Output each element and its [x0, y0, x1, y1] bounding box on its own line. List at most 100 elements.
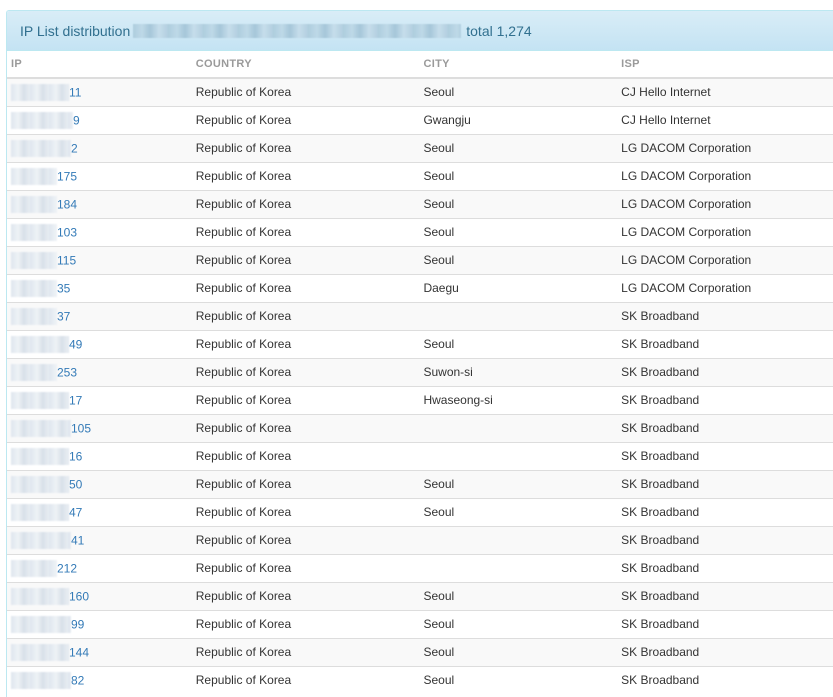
table-row: 184 Republic of Korea Seoul LG DACOM Corpor…	[7, 189, 833, 218]
isp-cell: CJ Hello Internet	[617, 77, 833, 106]
table-row: 2 Republic of Korea Seoul LG DACOM Corporat…	[7, 133, 833, 162]
ip-link[interactable]: 99	[71, 617, 84, 631]
city-cell: Seoul	[419, 133, 618, 162]
ip-cell: 16	[7, 441, 192, 470]
isp-cell: LG DACOM Corporation	[617, 161, 833, 190]
city-cell: Seoul	[419, 217, 618, 246]
ip-link[interactable]: 47	[69, 505, 82, 519]
ip-link[interactable]: 50	[69, 477, 82, 491]
isp-cell: SK Broadband	[617, 441, 833, 470]
city-cell: Seoul	[419, 161, 618, 190]
isp-cell: LG DACOM Corporation	[617, 133, 833, 162]
ip-cell: 50	[7, 469, 192, 498]
panel-heading: IP List distribution total 1,274	[7, 11, 833, 51]
country-cell: Republic of Korea	[191, 329, 420, 358]
column-header-isp: ISP	[617, 51, 833, 79]
ip-cell: 175	[7, 161, 192, 190]
ip-cell: 35	[7, 273, 192, 302]
table-row: 41 Republic of Korea SK Broadband	[7, 525, 833, 554]
ip-link[interactable]: 11	[69, 85, 81, 99]
country-cell: Republic of Korea	[191, 245, 420, 274]
ip-link[interactable]: 41	[71, 533, 84, 547]
total-count: total 1,274	[466, 22, 532, 39]
panel-title: IP List distribution	[20, 22, 131, 39]
ip-link[interactable]: 105	[71, 421, 91, 435]
ip-link[interactable]: 160	[69, 589, 89, 603]
ip-link[interactable]: 253	[57, 365, 77, 379]
ip-link[interactable]: 2	[71, 141, 78, 155]
city-cell	[419, 441, 618, 470]
ip-cell: 160	[7, 581, 192, 610]
column-header-country: COUNTRY	[191, 51, 420, 79]
ip-link[interactable]: 212	[57, 561, 77, 575]
ip-cell: 115	[7, 245, 192, 274]
isp-cell: SK Broadband	[617, 665, 833, 694]
redacted-ip-prefix	[11, 223, 57, 241]
redacted-ip-prefix	[11, 643, 69, 661]
country-cell: Republic of Korea	[191, 105, 420, 134]
city-cell: Seoul	[419, 77, 618, 106]
table-row: 105 Republic of Korea SK Broadband	[7, 413, 833, 442]
ip-link[interactable]: 9	[73, 113, 80, 127]
city-cell: Seoul	[419, 497, 618, 526]
ip-list-panel: IP List distribution total 1,274 IP COUN…	[6, 10, 833, 697]
city-cell	[419, 413, 618, 442]
table-row: 99 Republic of Korea Seoul SK Broadband	[7, 609, 833, 638]
ip-cell: 253	[7, 357, 192, 386]
redacted-ip-prefix	[11, 195, 57, 213]
country-cell: Republic of Korea	[191, 665, 420, 694]
ip-link[interactable]: 103	[57, 225, 77, 239]
ip-link[interactable]: 35	[57, 281, 70, 295]
redacted-ip-prefix	[11, 671, 71, 689]
isp-cell: SK Broadband	[617, 357, 833, 386]
ip-cell: 212	[7, 553, 192, 582]
redacted-ip-prefix	[11, 615, 71, 633]
city-cell: Seoul	[419, 245, 618, 274]
redacted-ip-prefix	[11, 111, 73, 129]
redacted-region	[133, 23, 462, 38]
ip-link[interactable]: 175	[57, 169, 77, 183]
ip-cell: 105	[7, 413, 192, 442]
ip-link[interactable]: 115	[57, 253, 76, 267]
country-cell: Republic of Korea	[191, 609, 420, 638]
redacted-ip-prefix	[11, 167, 57, 185]
isp-cell: SK Broadband	[617, 469, 833, 498]
redacted-ip-prefix	[11, 475, 69, 493]
ip-cell: 37	[7, 301, 192, 330]
city-cell: Daegu	[419, 273, 618, 302]
isp-cell: LG DACOM Corporation	[617, 189, 833, 218]
ip-link[interactable]: 37	[57, 309, 70, 323]
ip-link[interactable]: 82	[71, 673, 84, 687]
isp-cell: SK Broadband	[617, 525, 833, 554]
redacted-ip-prefix	[11, 335, 69, 353]
city-cell: Seoul	[419, 581, 618, 610]
redacted-ip-prefix	[11, 447, 69, 465]
isp-cell: LG DACOM Corporation	[617, 273, 833, 302]
column-header-city: CITY	[419, 51, 618, 79]
table-row: 160 Republic of Korea Seoul SK Broadband	[7, 581, 833, 610]
table-row: 37 Republic of Korea SK Broadband	[7, 301, 833, 330]
ip-link[interactable]: 184	[57, 197, 77, 211]
table-row: 82 Republic of Korea Seoul SK Broadband	[7, 665, 833, 694]
ip-link[interactable]: 16	[69, 449, 82, 463]
city-cell: Seoul	[419, 469, 618, 498]
isp-cell: SK Broadband	[617, 301, 833, 330]
redacted-ip-prefix	[11, 559, 57, 577]
redacted-ip-prefix	[11, 279, 57, 297]
city-cell: Seoul	[419, 609, 618, 638]
table-row: 103 Republic of Korea Seoul LG DACOM Corpor…	[7, 217, 833, 246]
city-cell	[419, 525, 618, 554]
ip-cell: 17	[7, 385, 192, 414]
ip-cell: 2	[7, 133, 192, 162]
country-cell: Republic of Korea	[191, 497, 420, 526]
country-cell: Republic of Korea	[191, 581, 420, 610]
redacted-ip-prefix	[11, 363, 57, 381]
ip-link[interactable]: 144	[69, 645, 89, 659]
table-row: 115 Republic of Korea Seoul LG DACOM Corpor…	[7, 245, 833, 274]
ip-link[interactable]: 17	[69, 393, 82, 407]
redacted-ip-prefix	[11, 587, 69, 605]
ip-link[interactable]: 49	[69, 337, 82, 351]
table-row: 17 Republic of Korea Hwaseong-si SK Broadba…	[7, 385, 833, 414]
country-cell: Republic of Korea	[191, 413, 420, 442]
country-cell: Republic of Korea	[191, 133, 420, 162]
